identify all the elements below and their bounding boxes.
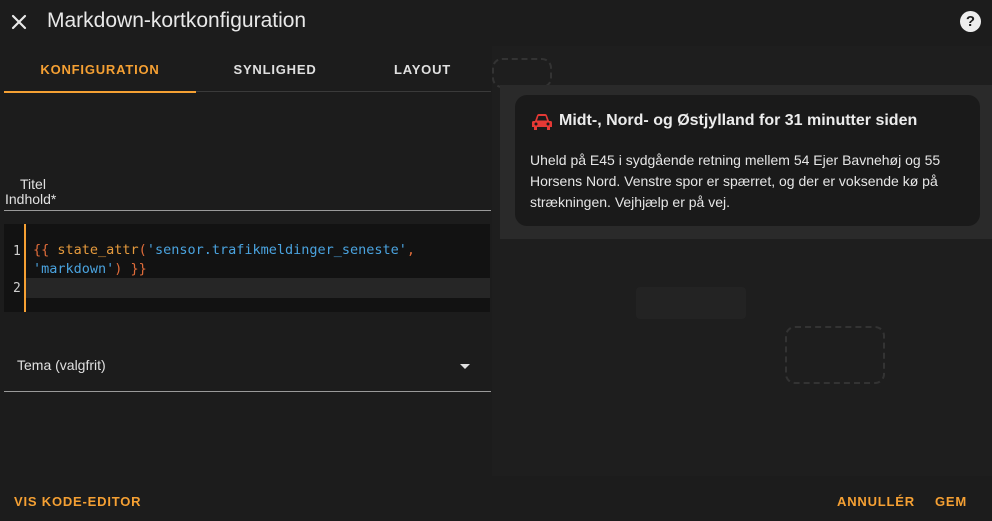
tab-label: SYNLIGHED — [233, 61, 317, 77]
tab-konfiguration[interactable]: KONFIGURATION — [4, 46, 196, 93]
car-icon — [531, 113, 553, 131]
background-add-card — [492, 58, 552, 88]
code-token: state_attr — [57, 242, 139, 258]
cancel-button[interactable]: ANNULLÉR — [837, 494, 915, 509]
dropdown-arrow-icon — [460, 364, 470, 369]
tab-label: KONFIGURATION — [40, 61, 160, 77]
markdown-card-preview: Midt-, Nord- og Østjylland for 31 minutt… — [515, 95, 980, 226]
dialog-title: Markdown-kortkonfiguration — [47, 9, 307, 32]
code-token: ( — [138, 242, 147, 258]
dialog-header: Markdown-kortkonfiguration ? — [0, 0, 992, 46]
background-add-card — [785, 326, 885, 384]
theme-select-label: Tema (valgfrit) — [17, 357, 106, 373]
config-tabs: KONFIGURATION SYNLIGHED LAYOUT — [4, 46, 491, 93]
tab-layout[interactable]: LAYOUT — [354, 46, 491, 92]
theme-select[interactable]: Tema (valgfrit) — [4, 344, 491, 392]
save-button[interactable]: GEM — [935, 494, 967, 509]
active-line-highlight — [26, 278, 490, 298]
content-label: Indhold* — [5, 191, 57, 207]
code-token: , — [406, 242, 416, 258]
line-number: 2 — [13, 281, 21, 296]
card-config-dialog: Markdown-kortkonfiguration ? KONFIGURATI… — [0, 0, 992, 521]
editor-gutter-rule — [24, 224, 26, 312]
code-token: {{ — [33, 242, 58, 258]
code-token: ) }} — [114, 261, 147, 277]
close-icon[interactable] — [8, 9, 30, 35]
code-editor[interactable]: 1 2 {{ state_attr('sensor.trafikmeldinge… — [4, 224, 490, 312]
dialog-footer: VIS KODE-EDITOR ANNULLÉR GEM — [0, 476, 992, 521]
title-field[interactable]: Titel — [4, 160, 491, 211]
tab-label: LAYOUT — [393, 61, 452, 77]
line-number: 1 — [13, 244, 21, 259]
background-toolbar — [636, 287, 746, 319]
title-field-label: Titel — [20, 176, 46, 192]
show-code-editor-button[interactable]: VIS KODE-EDITOR — [14, 494, 141, 509]
help-icon[interactable]: ? — [960, 11, 981, 32]
card-title: Midt-, Nord- og Østjylland for 31 minutt… — [559, 112, 918, 129]
tab-synlighed[interactable]: SYNLIGHED — [196, 46, 354, 92]
code-token: 'markdown' — [33, 261, 115, 277]
code-token: 'sensor.trafikmeldinger_seneste' — [146, 242, 407, 258]
card-body: Uheld på E45 i sydgående retning mellem … — [530, 152, 941, 210]
code-content[interactable]: {{ state_attr('sensor.trafikmeldinger_se… — [33, 241, 415, 279]
